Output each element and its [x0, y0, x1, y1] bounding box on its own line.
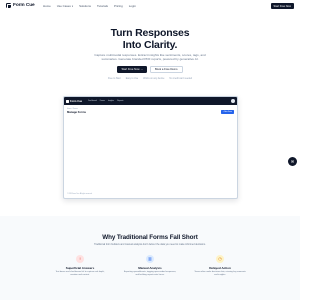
- book-demo-button[interactable]: Book a Free Demo: [149, 66, 183, 73]
- feature-title: Superficial Answers: [65, 266, 95, 270]
- preview-nav: Dashboard Forms Insights Reports: [88, 100, 123, 102]
- warning-icon: !: [76, 255, 84, 263]
- preview-nav-item: Forms: [99, 99, 105, 102]
- hero-title-line-1: Turn Responses: [110, 27, 190, 39]
- preview-top-bar: Form Cue Dashboard Forms Insights Report…: [64, 97, 237, 105]
- nav-link-label: Login: [128, 4, 136, 8]
- nav-link-login[interactable]: Login: [129, 4, 136, 8]
- feature-title: Delayed Action: [209, 266, 231, 270]
- nav-link-tutorials[interactable]: Tutorials: [97, 4, 108, 8]
- nav-link-use-cases[interactable]: Use Cases ▾: [57, 4, 73, 8]
- nav-link-label: Home: [43, 4, 51, 8]
- nav-links: Home Use Cases ▾ Solutions Tutorials Pric…: [43, 4, 136, 8]
- hero-title: Turn Responses Into Clarity.: [0, 27, 300, 51]
- preview-nav-item: Insights: [107, 99, 115, 102]
- problem-title: Why Traditional Forms Fall Short: [102, 234, 198, 241]
- nav-link-label: Use Cases: [56, 4, 71, 8]
- feature-title: Manual Analysis: [138, 266, 162, 270]
- preview-brand: Form Cue: [70, 99, 83, 103]
- hero-title-line-2: Into Clarity.: [122, 39, 178, 51]
- preview-heading: Manage Forms: [67, 111, 86, 114]
- hero-buttons: Start Free Now → Book a Free Demo: [0, 66, 300, 73]
- feature-description: Teams often make decisions late, missing…: [194, 271, 246, 276]
- chat-button[interactable]: ✉: [288, 157, 297, 166]
- chart-icon: ▥: [146, 255, 154, 263]
- clock-icon: ◷: [216, 255, 224, 263]
- chevron-down-icon: ▾: [71, 4, 74, 8]
- nav-link-solutions[interactable]: Solutions: [79, 4, 91, 8]
- problem-subtitle: Traditional form builders and manual ana…: [94, 243, 206, 246]
- trust-badges: Free to Start Easy to Use Works on any d…: [0, 78, 300, 80]
- preview-footer: © 2025 Form Cue. All rights reserved.: [67, 194, 93, 195]
- nav-link-label: Solutions: [79, 4, 91, 8]
- feature-card: ! Superficial Answers Text boxes and che…: [53, 255, 107, 277]
- nav-link-label: Tutorials: [96, 4, 108, 8]
- preview-nav-item: Dashboard: [88, 99, 97, 102]
- feature-description: Exporting spreadsheets, tagging open-end…: [123, 271, 177, 276]
- preview-nav-item: Reports: [117, 99, 124, 102]
- app-preview-screenshot: Form Cue Dashboard Forms Insights Report…: [63, 96, 238, 199]
- nav-link-home[interactable]: Home: [43, 4, 51, 8]
- feature-card: ▥ Manual Analysis Exporting spreadsheets…: [123, 255, 177, 277]
- hero-subtitle: Capture multimodal responses. Extract in…: [94, 53, 206, 62]
- form-cue-logo-icon: [6, 3, 12, 9]
- trust-item: Works on any device: [143, 78, 165, 80]
- preview-new-form-button: + New Form: [220, 110, 234, 114]
- top-nav: Form Cue Home Use Cases ▾ Solutions Tutor…: [0, 0, 300, 12]
- preview-breadcrumb: Home / Forms: [67, 108, 78, 110]
- trust-item: Easy to Use: [125, 78, 139, 80]
- start-free-button[interactable]: Start Free Now →: [117, 66, 147, 73]
- feature-description: Text boxes and checkboxes fail to captur…: [55, 271, 105, 276]
- nav-link-label: Pricing: [113, 4, 123, 8]
- feature-card: ◷ Delayed Action Teams often make decisi…: [193, 255, 247, 277]
- chat-icon: ✉: [290, 159, 295, 164]
- preview-logo-icon: [66, 99, 69, 103]
- nav-start-free-button[interactable]: Start Free Now: [270, 3, 294, 9]
- landing-page: Form Cue Home Use Cases ▾ Solutions Tutor…: [0, 0, 300, 300]
- trust-item: No credit card needed: [169, 78, 193, 80]
- preview-avatar: [231, 99, 235, 103]
- brand-name: Form Cue: [13, 3, 35, 8]
- brand[interactable]: Form Cue: [6, 3, 35, 9]
- trust-item: Free to Start: [107, 78, 121, 80]
- nav-link-pricing[interactable]: Pricing: [114, 4, 123, 8]
